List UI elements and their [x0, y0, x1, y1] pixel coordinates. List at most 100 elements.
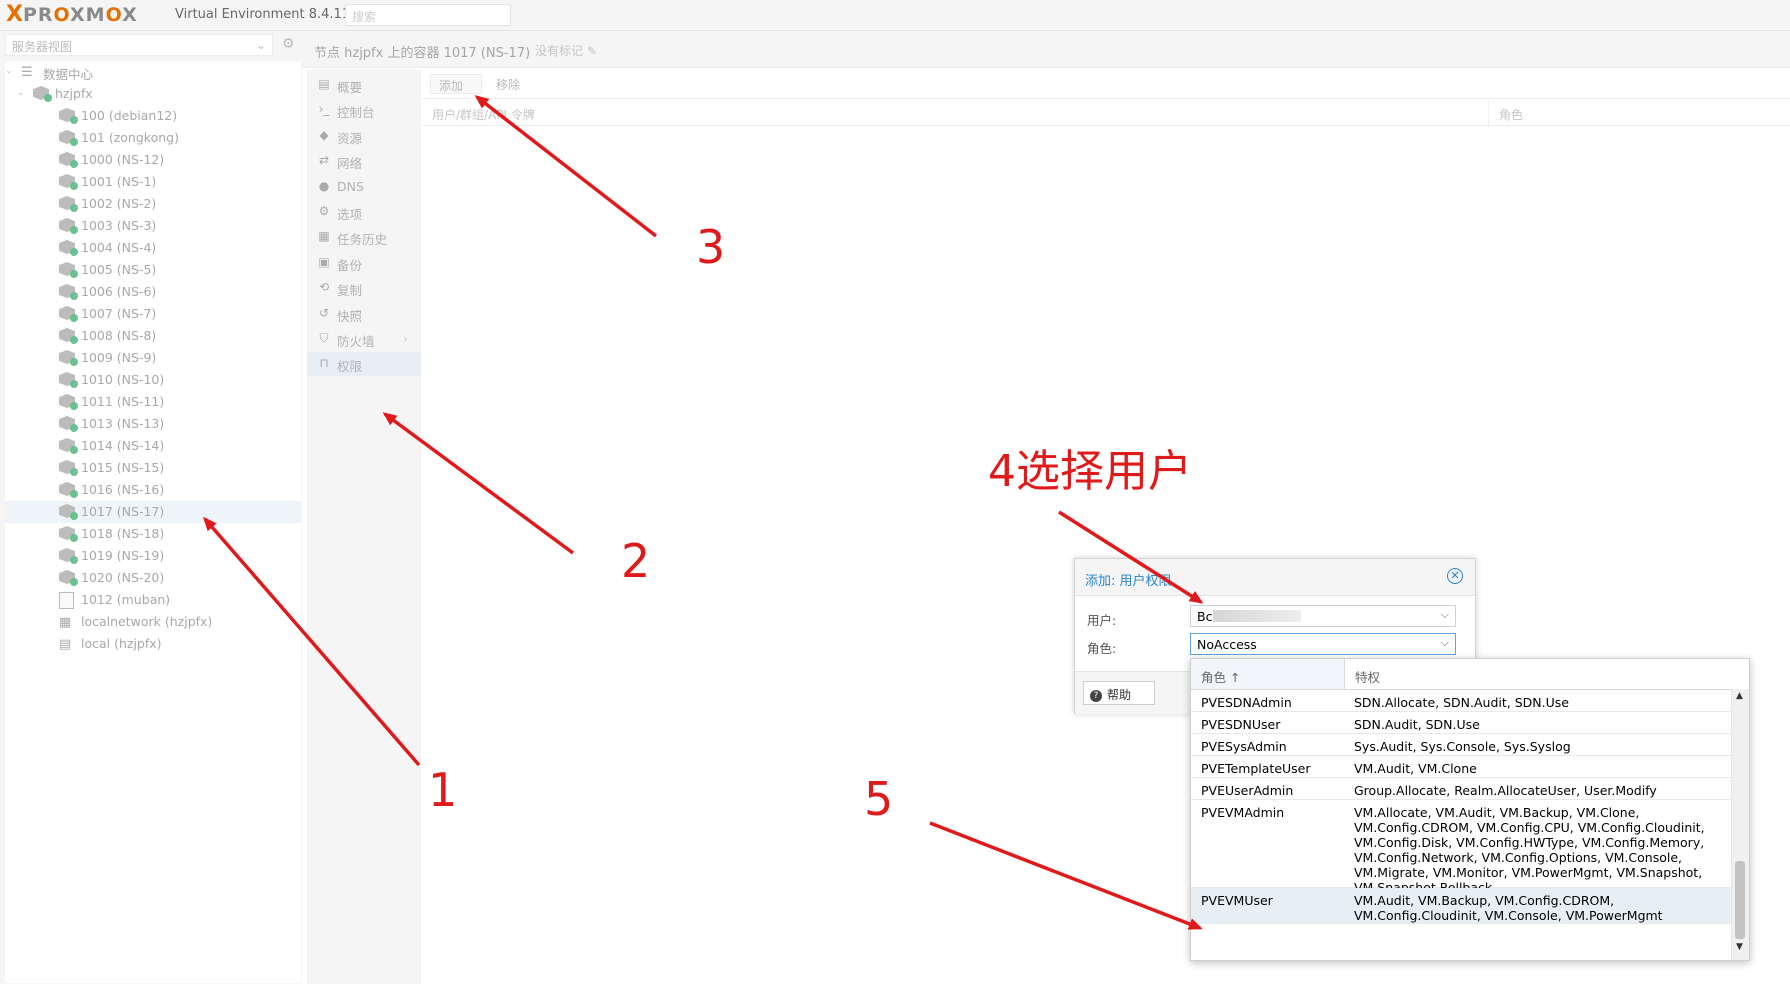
remove-button[interactable]: 移除 — [488, 74, 530, 94]
column-header-role[interactable]: 角色 — [1488, 100, 1790, 125]
role-row[interactable]: PVEUserAdmin Group.Allocate, Realm.Alloca… — [1191, 778, 1731, 800]
tree-item[interactable]: 1006 (NS-6) — [5, 281, 301, 303]
role-row[interactable]: PVESDNAdmin SDN.Allocate, SDN.Audit, SDN.… — [1191, 690, 1731, 712]
chevron-down-icon[interactable]: ⌵ — [1441, 608, 1449, 622]
container-running-icon — [59, 570, 78, 586]
role-name: PVESDNAdmin — [1201, 695, 1292, 710]
proxmox-logo[interactable]: X PROXMOX — [6, 3, 138, 27]
container-running-icon — [59, 460, 78, 476]
tree-item[interactable]: 1007 (NS-7) — [5, 303, 301, 325]
role-row[interactable]: PVEVMAdmin VM.Allocate, VM.Audit, VM.Back… — [1191, 800, 1731, 895]
nav-item[interactable]: ↺ 快照 — [307, 302, 421, 326]
nav-item-label: 快照 — [337, 308, 363, 324]
tree-item[interactable]: ⌄ hzjpfx — [5, 83, 301, 105]
nav-item[interactable]: ◆ 资源 — [307, 124, 421, 148]
tree-item[interactable]: 1020 (NS-20) — [5, 567, 301, 589]
nav-item[interactable]: ⛉ 防火墙 › — [307, 327, 421, 351]
tree-item[interactable]: ⌄ ☰ 数据中心 — [5, 61, 301, 83]
annotation-label-2: 2 — [621, 534, 651, 588]
tree-item[interactable]: ▤ local (hzjpfx) — [5, 633, 301, 655]
scroll-thumb[interactable] — [1735, 861, 1745, 939]
column-header-role-text: 角色 ↑ — [1201, 670, 1241, 685]
tree-item-label: 1011 (NS-11) — [81, 394, 165, 409]
column-header-role-sorted[interactable]: 角色 ↑ — [1191, 659, 1345, 689]
role-row[interactable]: PVEVMUser VM.Audit, VM.Backup, VM.Config.… — [1191, 888, 1731, 924]
nav-item[interactable]: ⊓ 权限 — [307, 352, 421, 377]
tree-item[interactable]: 1000 (NS-12) — [5, 149, 301, 171]
container-running-icon — [59, 504, 78, 520]
logo-x-mark: X — [6, 2, 23, 27]
gear-icon[interactable]: ⚙ — [282, 36, 295, 52]
tree-item[interactable]: 1015 (NS-15) — [5, 457, 301, 479]
resource-tree: ⌄ ☰ 数据中心 ⌄ hzjpfx 100 (debian12) 101 (zongkong… — [5, 61, 301, 983]
container-nav-menu: ▤ 概要 ›_ 控制台 ◆ 资源 ⇄ 网络 ● DNS ⚙ 选项 ▦ 任务历史 ▣ 备份 ⟲ 复制 ↺ 快照 ⛉ 防火墙 ›… — [307, 69, 421, 984]
tree-item-label: 1004 (NS-4) — [81, 240, 157, 255]
nav-item[interactable]: ▦ 任务历史 — [307, 225, 421, 249]
template-icon — [59, 592, 76, 609]
scroll-up-arrow-icon[interactable]: ▲ — [1736, 691, 1743, 701]
help-button[interactable]: ? 帮助 — [1083, 681, 1155, 705]
tree-item[interactable]: 1003 (NS-3) — [5, 215, 301, 237]
tree-item[interactable]: 1014 (NS-14) — [5, 435, 301, 457]
tree-item[interactable]: 1019 (NS-19) — [5, 545, 301, 567]
tree-item[interactable]: 1005 (NS-5) — [5, 259, 301, 281]
tree-item[interactable]: 1002 (NS-2) — [5, 193, 301, 215]
shield-icon: ⛉ — [319, 331, 329, 345]
role-row[interactable]: PVESysAdmin Sys.Audit, Sys.Console, Sys.S… — [1191, 734, 1731, 756]
nav-item[interactable]: ⟲ 复制 — [307, 276, 421, 300]
tree-item[interactable]: 1018 (NS-18) — [5, 523, 301, 545]
tree-item[interactable]: 1008 (NS-8) — [5, 325, 301, 347]
tree-item[interactable]: 1017 (NS-17) — [5, 501, 301, 523]
tree-item[interactable]: 1011 (NS-11) — [5, 391, 301, 413]
expand-toggle-icon[interactable]: ⌄ — [17, 88, 25, 98]
user-combobox[interactable]: Bc ⌵ — [1190, 605, 1456, 627]
role-name: PVESDNUser — [1201, 717, 1281, 732]
column-header-privileges[interactable]: 特权 — [1355, 667, 1380, 686]
search-input[interactable]: 搜索 — [345, 4, 511, 26]
role-row[interactable]: PVESDNUser SDN.Audit, SDN.Use — [1191, 712, 1731, 734]
tree-item[interactable]: 1004 (NS-4) — [5, 237, 301, 259]
tree-item[interactable]: 1009 (NS-9) — [5, 347, 301, 369]
console-icon: ›_ — [318, 102, 330, 117]
close-icon[interactable]: ✕ — [1447, 568, 1463, 584]
tree-item[interactable]: 1012 (muban) — [5, 589, 301, 611]
expand-toggle-icon[interactable]: ⌄ — [5, 66, 13, 76]
container-running-icon — [59, 196, 78, 212]
column-header-user[interactable]: 用户/群组/API 令牌 — [432, 106, 535, 123]
scroll-down-arrow-icon[interactable]: ▼ — [1736, 942, 1743, 952]
role-combobox[interactable]: NoAccess ⌵ — [1190, 633, 1456, 655]
nav-item[interactable]: ›_ 控制台 — [307, 98, 421, 122]
tree-item-label: 100 (debian12) — [81, 108, 178, 123]
tree-item-label: 1001 (NS-1) — [81, 174, 157, 189]
nav-item[interactable]: ● DNS — [307, 175, 421, 199]
role-value: NoAccess — [1197, 637, 1257, 652]
add-button[interactable]: 添加 ⌄ — [430, 74, 482, 108]
tree-item-label: 1015 (NS-15) — [81, 460, 165, 475]
tree-item-label: 1003 (NS-3) — [81, 218, 157, 233]
nav-item[interactable]: ⚙ 选项 — [307, 200, 421, 224]
help-button-label: 帮助 — [1107, 688, 1132, 702]
tree-item[interactable]: ▦ localnetwork (hzjpfx) — [5, 611, 301, 633]
role-picker-dropdown: 角色 ↑ 特权 PVESDNAdmin SDN.Allocate, SDN.Aud… — [1190, 658, 1750, 961]
tree-item[interactable]: 1010 (NS-10) — [5, 369, 301, 391]
tree-item-label: 1008 (NS-8) — [81, 328, 157, 343]
nav-item[interactable]: ▤ 概要 — [307, 73, 421, 97]
chevron-right-icon[interactable]: › — [403, 331, 408, 346]
tree-item-label: 1017 (NS-17) — [81, 504, 165, 519]
nav-item[interactable]: ⇄ 网络 — [307, 149, 421, 173]
tree-item-label: 1002 (NS-2) — [81, 196, 157, 211]
tags-edit[interactable]: 没有标记 ✎ — [535, 42, 597, 59]
chevron-down-icon[interactable]: ⌵ — [1441, 636, 1449, 650]
tree-item[interactable]: 1016 (NS-16) — [5, 479, 301, 501]
view-selector[interactable]: 服务器视图 ⌄ — [5, 34, 273, 56]
tree-item-label: 1018 (NS-18) — [81, 526, 165, 541]
tree-item[interactable]: 101 (zongkong) — [5, 127, 301, 149]
role-picker-scrollbar[interactable]: ▲ ▼ — [1731, 689, 1749, 960]
tree-item[interactable]: 1001 (NS-1) — [5, 171, 301, 193]
datacenter-icon: ☰ — [21, 65, 33, 80]
role-name: PVEVMUser — [1201, 893, 1273, 908]
tree-item[interactable]: 100 (debian12) — [5, 105, 301, 127]
tree-item[interactable]: 1013 (NS-13) — [5, 413, 301, 435]
nav-item[interactable]: ▣ 备份 — [307, 251, 421, 275]
role-row[interactable]: PVETemplateUser VM.Audit, VM.Clone — [1191, 756, 1731, 778]
